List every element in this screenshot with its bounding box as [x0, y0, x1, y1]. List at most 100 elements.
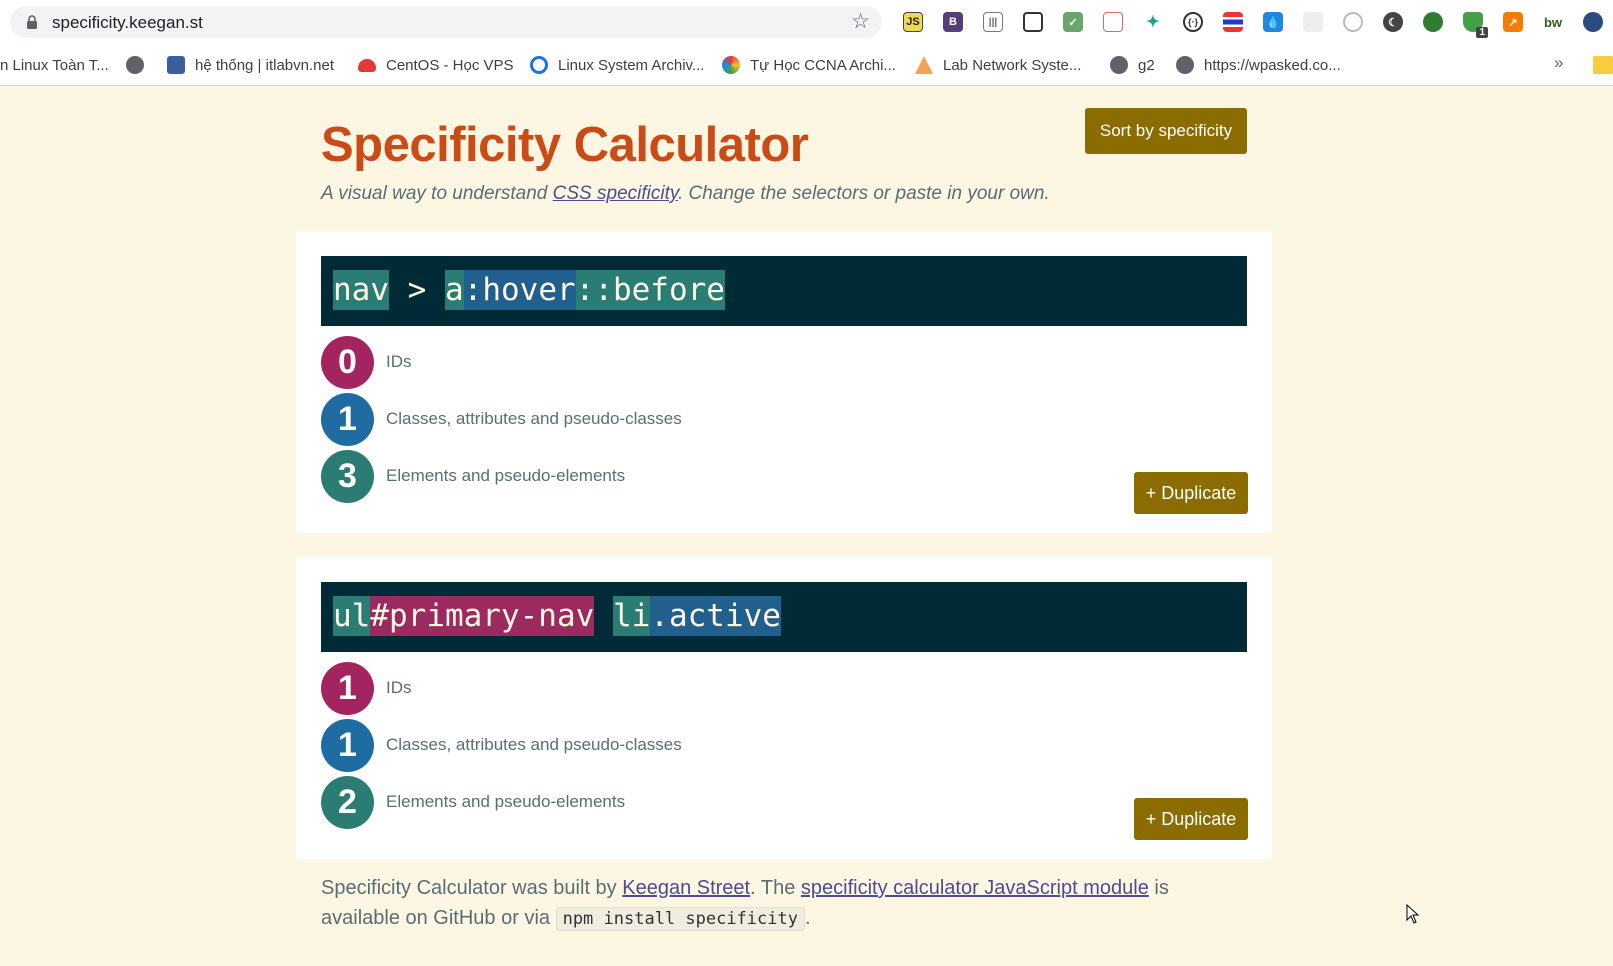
- cloud-icon: [358, 58, 376, 72]
- bookmark-label: n Linux Toàn T...: [0, 56, 109, 74]
- code-brackets-icon[interactable]: {·}: [1178, 8, 1208, 36]
- ids-count-badge: 1: [321, 661, 374, 715]
- subtitle-text: A visual way to understand: [321, 183, 553, 204]
- extension-badge: 1: [1476, 27, 1488, 38]
- screenshot-icon[interactable]: [1018, 8, 1048, 36]
- duplicate-button[interactable]: + Duplicate: [1134, 798, 1248, 840]
- bookmark-item[interactable]: https://wpasked.co...: [1176, 54, 1341, 76]
- selector-card: ul #primary-nav li .active 1 IDs 1 Classes…: [296, 557, 1272, 859]
- selector-input[interactable]: nav > a:hover::before: [321, 256, 1247, 326]
- bird-icon[interactable]: ✦: [1138, 8, 1168, 36]
- bookmark-item[interactable]: hệ thống | itlabvn.net: [167, 54, 334, 76]
- ids-count-badge: 0: [321, 335, 374, 389]
- bookmark-label: CentOS - Học VPS: [386, 56, 514, 74]
- bookmark-item[interactable]: [126, 54, 144, 76]
- selector-part-class: :hover: [463, 270, 576, 310]
- selector-part-combinator: >: [389, 272, 445, 308]
- classes-count-badge: 1: [321, 718, 374, 772]
- folder-icon[interactable]: [1593, 56, 1613, 74]
- page-content: Specificity Calculator A visual way to u…: [0, 87, 1613, 966]
- bookmark-label: hệ thống | itlabvn.net: [195, 56, 334, 74]
- bw-icon[interactable]: bw: [1538, 8, 1568, 36]
- bookmark-star-icon[interactable]: ☆: [851, 11, 870, 33]
- drop-icon[interactable]: 💧: [1258, 8, 1288, 36]
- bookmark-item[interactable]: n Linux Toàn T...: [0, 54, 109, 76]
- page-subtitle: A visual way to understand CSS specifici…: [321, 183, 1050, 205]
- elements-count-badge: 3: [321, 449, 374, 503]
- bookmark-item[interactable]: Linux System Archiv...: [530, 54, 704, 76]
- selector-part-element: ul: [333, 596, 371, 636]
- selector-input[interactable]: ul #primary-nav li .active: [321, 582, 1247, 652]
- globe-icon: [1176, 56, 1194, 74]
- page-title: Specificity Calculator: [321, 118, 809, 172]
- footer-text: Specificity Calculator was built by Keeg…: [321, 873, 1201, 934]
- extensions-row: JS B ||| ✓ ✦ {·} 💧 ☾ 1 ↗ bw: [898, 8, 1608, 38]
- selector-card: nav > a:hover::before 0 IDs 1 Classes, a…: [296, 231, 1272, 533]
- bookmark-item[interactable]: CentOS - Học VPS: [358, 54, 514, 76]
- bookmark-label: g2: [1138, 56, 1155, 74]
- classes-row: 1 Classes, attributes and pseudo-classes: [321, 392, 682, 446]
- elements-row: 2 Elements and pseudo-elements: [321, 775, 625, 829]
- selector-part-element: ::before: [575, 270, 725, 310]
- selector-text[interactable]: ul #primary-nav li .active: [333, 596, 781, 636]
- address-bar[interactable]: specificity.keegan.st ☆: [10, 6, 882, 38]
- lock-icon[interactable]: [26, 15, 38, 29]
- bookmark-item[interactable]: Tự Học CCNA Archi...: [722, 54, 896, 76]
- mouse-cursor-icon: [1406, 904, 1420, 924]
- checklist-icon[interactable]: ✓: [1058, 8, 1088, 36]
- bookmark-label: Linux System Archiv...: [558, 56, 705, 74]
- shield-icon[interactable]: 1: [1458, 8, 1488, 38]
- search-icon: [530, 56, 548, 74]
- elements-row: 3 Elements and pseudo-elements: [321, 449, 625, 503]
- monitor-icon: [167, 56, 185, 74]
- footer-text-part: Specificity Calculator was built by: [321, 877, 623, 899]
- sort-by-specificity-button[interactable]: Sort by specificity: [1085, 108, 1247, 154]
- footer-text-part: .: [804, 907, 811, 929]
- record-icon[interactable]: [1338, 8, 1368, 36]
- barcode-icon[interactable]: |||: [978, 8, 1008, 36]
- selector-text[interactable]: nav > a:hover::before: [333, 270, 725, 310]
- selector-part-element: a: [445, 270, 464, 310]
- elements-label: Elements and pseudo-elements: [386, 792, 626, 811]
- leaf-icon: [722, 56, 740, 74]
- bookmark-item[interactable]: Lab Network Syste...: [915, 54, 1081, 76]
- classes-label: Classes, attributes and pseudo-classes: [386, 735, 682, 754]
- footer-text-part: . The: [750, 877, 801, 899]
- ids-row: 0 IDs: [321, 335, 412, 389]
- selector-part-class: .active: [650, 596, 781, 636]
- bookmarks-more-button[interactable]: »: [1554, 53, 1563, 73]
- url-text[interactable]: specificity.keegan.st: [52, 13, 203, 33]
- javascript-module-link[interactable]: specificity calculator JavaScript module: [801, 877, 1149, 899]
- ids-row: 1 IDs: [321, 661, 412, 715]
- globe-icon[interactable]: [1418, 8, 1448, 36]
- lines-icon[interactable]: [1218, 8, 1248, 36]
- selector-part-element: nav: [333, 270, 389, 310]
- js-icon[interactable]: JS: [898, 8, 928, 36]
- profile-icon[interactable]: [1578, 8, 1608, 36]
- browser-toolbar: specificity.keegan.st ☆ JS B ||| ✓ ✦ {·}…: [0, 0, 1613, 44]
- elements-label: Elements and pseudo-elements: [386, 466, 626, 485]
- calendar-icon[interactable]: [1098, 8, 1128, 36]
- classes-label: Classes, attributes and pseudo-classes: [386, 409, 682, 428]
- ids-label: IDs: [386, 678, 412, 697]
- chart-icon[interactable]: ↗: [1498, 8, 1528, 36]
- ids-label: IDs: [386, 352, 412, 371]
- npm-install-code: npm install specificity: [555, 907, 805, 931]
- moon-icon[interactable]: ☾: [1378, 8, 1408, 36]
- selector-part-element: li: [612, 596, 651, 636]
- blank-icon[interactable]: [1298, 8, 1328, 36]
- bootstrap-icon[interactable]: B: [938, 8, 968, 36]
- subtitle-text: . Change the selectors or paste in your …: [677, 183, 1050, 204]
- bookmark-label: Lab Network Syste...: [943, 56, 1082, 74]
- bookmark-label: https://wpasked.co...: [1204, 56, 1341, 74]
- bookmark-label: Tự Học CCNA Archi...: [750, 56, 896, 74]
- keegan-street-link[interactable]: Keegan Street: [622, 877, 750, 899]
- selector-part-id: #primary-nav: [370, 596, 595, 636]
- bookmark-item[interactable]: g2: [1110, 54, 1155, 76]
- css-specificity-link[interactable]: CSS specificity: [553, 183, 678, 204]
- globe-icon: [126, 56, 144, 74]
- duplicate-button[interactable]: + Duplicate: [1134, 472, 1248, 514]
- classes-row: 1 Classes, attributes and pseudo-classes: [321, 718, 682, 772]
- bookmarks-bar: n Linux Toàn T... hệ thống | itlabvn.net…: [0, 44, 1613, 86]
- classes-count-badge: 1: [321, 392, 374, 446]
